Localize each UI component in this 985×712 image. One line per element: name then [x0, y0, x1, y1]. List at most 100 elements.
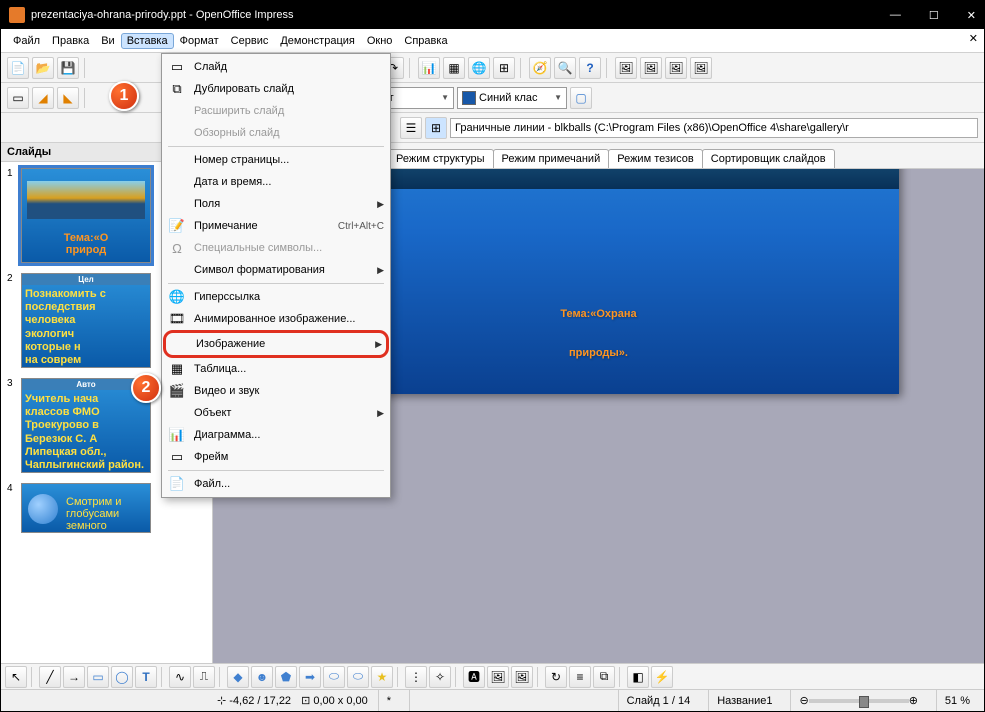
mi-anim[interactable]: 🎞Анимированное изображение... [164, 308, 388, 330]
shapes5-tool[interactable]: ⬭ [323, 666, 345, 688]
tab-notes[interactable]: Режим примечаний [493, 149, 610, 168]
arrowline-tool[interactable]: → [63, 666, 85, 688]
thumbnail-2[interactable]: Цел Познакомить споследствиячеловекаэкол… [21, 273, 151, 368]
nav-button[interactable]: 🧭 [529, 57, 551, 79]
tab-outline[interactable]: Режим структуры [387, 149, 494, 168]
thumbnail-4[interactable]: Смотрим и глобусамиземного [21, 483, 151, 533]
menu-edit[interactable]: Правка [46, 33, 95, 49]
mi-table[interactable]: ▦Таблица... [164, 358, 388, 380]
chart-button[interactable]: 📊 [418, 57, 440, 79]
annotation-badge-2: 2 [131, 373, 161, 403]
mi-summary[interactable]: Обзорный слайд [164, 122, 388, 144]
shapes7-tool[interactable]: ★ [371, 666, 393, 688]
gallery-view2[interactable]: ⊞ [425, 117, 447, 139]
gallery-tool[interactable]: 🖼 [511, 666, 533, 688]
mi-image[interactable]: Изображение▶ [166, 333, 386, 355]
gallery-view1[interactable]: ☰ [400, 117, 422, 139]
ellipse-tool[interactable]: ◯ [111, 666, 133, 688]
sb-zoompct[interactable]: 51 % [936, 690, 978, 711]
mi-expand[interactable]: Расширить слайд [164, 100, 388, 122]
shapes3-tool[interactable]: ⬟ [275, 666, 297, 688]
mi-special[interactable]: ΩСпециальные символы... [164, 237, 388, 259]
arrange-tool[interactable]: ⧉ [593, 666, 615, 688]
open-button[interactable]: 📂 [32, 57, 54, 79]
mi-pagenum[interactable]: Номер страницы... [164, 149, 388, 171]
hyperlink-button[interactable]: 🌐 [468, 57, 490, 79]
doc-close-icon[interactable]: ✕ [969, 32, 978, 45]
tab-sorter[interactable]: Сортировщик слайдов [702, 149, 835, 168]
fromfile-tool[interactable]: 🖼 [487, 666, 509, 688]
shadow-button[interactable]: ▢ [570, 87, 592, 109]
help-button[interactable]: ? [579, 57, 601, 79]
shapes4-tool[interactable]: ➡ [299, 666, 321, 688]
sb-modified: * [378, 690, 399, 711]
mi-chart[interactable]: 📊Диаграмма... [164, 424, 388, 446]
fontwork-tool[interactable]: 🅰 [463, 666, 485, 688]
rotate-tool[interactable]: ↻ [545, 666, 567, 688]
interact-tool[interactable]: ⚡ [651, 666, 673, 688]
thumbnail-1[interactable]: Тема:«Оприрод [21, 168, 151, 263]
save-button[interactable]: 💾 [57, 57, 79, 79]
menu-view[interactable]: Ви [95, 33, 120, 49]
connector-tool[interactable]: ⎍ [193, 666, 215, 688]
mi-file[interactable]: 📄Файл... [164, 473, 388, 495]
main-area: Слайды 1 Тема:«Оприрод 2 Цел Познакомить… [1, 143, 984, 683]
sb-size: ⊡ 0,00 x 0,00 [301, 694, 368, 707]
extrude-tool[interactable]: ◧ [627, 666, 649, 688]
tbf2[interactable]: ◢ [32, 87, 54, 109]
shapes2-tool[interactable]: ☻ [251, 666, 273, 688]
menu-window[interactable]: Окно [361, 33, 399, 49]
grid-button[interactable]: ⊞ [493, 57, 515, 79]
insert-menu-popup: ▭Слайд ⧉Дублировать слайд Расширить слай… [161, 53, 391, 498]
arrow-tool[interactable]: ↖ [5, 666, 27, 688]
rect-tool[interactable]: ▭ [87, 666, 109, 688]
slide4-button[interactable]: 🖼 [690, 57, 712, 79]
toolbar-standard: 📄 📂 💾 📋 🖌 ↶ ↷ 📊 ▦ 🌐 ⊞ 🧭 🔍 ? 🖼 🖼 🖼 🖼 [1, 53, 984, 83]
mi-hyperlink[interactable]: 🌐Гиперссылка [164, 286, 388, 308]
tbf3[interactable]: ◣ [57, 87, 79, 109]
shapes6-tool[interactable]: ⬭ [347, 666, 369, 688]
curve-tool[interactable]: ∿ [169, 666, 191, 688]
menu-insert[interactable]: Вставка [121, 33, 174, 49]
menu-tools[interactable]: Сервис [225, 33, 275, 49]
slide1-button[interactable]: 🖼 [615, 57, 637, 79]
mi-frame[interactable]: ▭Фрейм [164, 446, 388, 468]
sb-coords: ⊹ -4,62 / 17,22 [217, 694, 291, 707]
mi-object[interactable]: Объект▶ [164, 402, 388, 424]
shapes1-tool[interactable]: ◆ [227, 666, 249, 688]
new-button[interactable]: 📄 [7, 57, 29, 79]
gallery-path: Граничные линии - blkballs (C:\Program F… [450, 118, 978, 138]
points-tool[interactable]: ⋮ [405, 666, 427, 688]
align-tool[interactable]: ≡ [569, 666, 591, 688]
mi-datetime[interactable]: Дата и время... [164, 171, 388, 193]
menu-slideshow[interactable]: Демонстрация [274, 33, 361, 49]
menu-help[interactable]: Справка [398, 33, 453, 49]
close-button[interactable]: ✕ [967, 9, 976, 22]
menu-file[interactable]: Файл [7, 33, 46, 49]
zoom-button[interactable]: 🔍 [554, 57, 576, 79]
color-select[interactable]: Синий клас▼ [457, 87, 567, 109]
app-icon [9, 7, 25, 23]
mi-fmt[interactable]: Символ форматирования▶ [164, 259, 388, 281]
line-tool[interactable]: ╱ [39, 666, 61, 688]
text-tool[interactable]: T [135, 666, 157, 688]
mi-fields[interactable]: Поля▶ [164, 193, 388, 215]
mi-movie[interactable]: 🎬Видео и звук [164, 380, 388, 402]
sb-slidepos: Слайд 1 / 14 [618, 690, 699, 711]
menubar: Файл Правка Ви Вставка Формат Сервис Дем… [1, 29, 984, 53]
slide3-button[interactable]: 🖼 [665, 57, 687, 79]
maximize-button[interactable]: ☐ [929, 9, 939, 22]
tbf1[interactable]: ▭ [7, 87, 29, 109]
mi-dup[interactable]: ⧉Дублировать слайд [164, 78, 388, 100]
table-button[interactable]: ▦ [443, 57, 465, 79]
sb-zoom[interactable]: ⊖ ⊕ [790, 690, 925, 711]
statusbar: ⊹ -4,62 / 17,22 ⊡ 0,00 x 0,00 * Слайд 1 … [1, 689, 984, 711]
window-title: prezentaciya-ohrana-prirody.ppt - OpenOf… [31, 9, 294, 21]
menu-format[interactable]: Формат [174, 33, 225, 49]
slide2-button[interactable]: 🖼 [640, 57, 662, 79]
minimize-button[interactable]: — [890, 9, 901, 22]
mi-slide[interactable]: ▭Слайд [164, 56, 388, 78]
mi-comment[interactable]: 📝ПримечаниеCtrl+Alt+C [164, 215, 388, 237]
tab-handout[interactable]: Режим тезисов [608, 149, 703, 168]
glue-tool[interactable]: ✧ [429, 666, 451, 688]
